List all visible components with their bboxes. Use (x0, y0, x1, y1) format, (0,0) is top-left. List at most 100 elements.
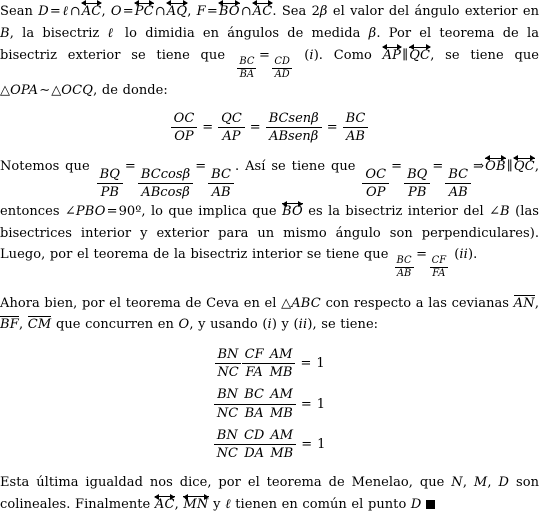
fraction-numerator: BQ (404, 167, 431, 184)
double-arrow-icon (166, 0, 189, 7)
math-operator: = (195, 158, 207, 174)
double-arrow-icon (81, 0, 102, 7)
fraction: BCcosβ ABcosβ (137, 167, 194, 201)
math-identifier: O (110, 4, 122, 19)
math-identifier: D (410, 497, 422, 513)
line-double-arrow: MN (182, 493, 210, 511)
math-identifier: ℓ (61, 4, 69, 19)
fraction: BC BA (237, 56, 257, 81)
equation-row: BN NC BC BA AM MB = 1 (0, 387, 539, 421)
double-arrow-icon (484, 154, 506, 162)
text-run: tienen en común el punto (230, 497, 411, 513)
math-identifier: ABC (291, 295, 321, 311)
math-operator: = (300, 396, 312, 412)
math-identifier: F (196, 4, 206, 19)
fraction-denominator: DA (244, 446, 265, 462)
math-identifier: OCQ (61, 83, 94, 99)
fraction-numerator: CF (241, 347, 267, 365)
text-run: ( (449, 247, 460, 263)
line-double-arrow: BO (218, 0, 241, 18)
math-operator: = (300, 356, 312, 372)
fraction-denominator: ABcosβ (141, 184, 190, 200)
text-run: y (208, 497, 226, 513)
double-arrow-icon (134, 0, 155, 7)
text-run: Ahora bien, por el teorema de Ceva en el… (0, 295, 292, 311)
fraction: CD DA (240, 428, 268, 462)
text-run: , (101, 4, 111, 19)
math-identifier: B (500, 204, 510, 220)
fraction-denominator: MB (270, 446, 294, 462)
math-identifier: B (0, 25, 10, 41)
line-double-arrow: AP (382, 44, 402, 62)
line-double-arrow: OB (484, 154, 506, 173)
fraction-numerator: AM (266, 347, 296, 365)
math-operator: = (326, 120, 338, 136)
fraction-denominator: OP (365, 184, 386, 200)
double-arrow-icon (408, 44, 431, 51)
fraction: AM MB (267, 428, 297, 462)
fraction-denominator: MB (270, 405, 293, 421)
fraction-denominator: BA (239, 68, 255, 80)
text-run: es la bisectriz interior del ∠ (302, 204, 501, 220)
math-operator: = (124, 158, 136, 174)
math-operator: ∩ (69, 4, 81, 19)
fraction-denominator: AB (448, 184, 468, 200)
fraction: CD AD (272, 56, 292, 81)
math-identifier: M (473, 474, 488, 490)
text-run: ), se tiene: (307, 317, 379, 333)
math-operator: = (416, 247, 428, 263)
text-run: el valor del ángulo exterior en (327, 4, 539, 19)
fraction-numerator: BC (237, 56, 257, 70)
line-double-arrow: QC (408, 44, 431, 62)
text-run: ( (293, 48, 310, 63)
fraction: BQ PB (96, 167, 123, 201)
document-page: Sean D=ℓ∩ AC, O= PC∩ AQ, F= BO∩ AC. Sea 2β el… (0, 0, 539, 517)
fraction: BC AB (445, 167, 472, 201)
math-operator: ∩ (240, 4, 252, 19)
text-run: lo dimidia en ángulos de medida (116, 25, 369, 41)
double-arrow-icon (281, 200, 304, 208)
fraction-denominator: MB (269, 365, 293, 381)
paragraph-intro: Sean D=ℓ∩ AC, O= PC∩ AQ, F= BO∩ AC. Sea 2β el… (0, 0, 539, 102)
segment-overline: CM (27, 316, 52, 333)
qed-square (425, 499, 435, 509)
math-operator: = (202, 120, 214, 136)
line-double-arrow: BO (281, 200, 304, 218)
fraction-numerator: CD (240, 428, 268, 446)
fraction-numerator: AM (267, 428, 297, 446)
text-run: ). (468, 247, 478, 263)
fraction-denominator: ABsenβ (269, 129, 319, 145)
fraction-numerator: OC (170, 111, 198, 129)
text-run: , (487, 474, 499, 490)
paragraph-ceva: Ahora bien, por el teorema de Ceva en el… (0, 293, 539, 336)
text-run: , de donde: (93, 83, 168, 99)
double-arrow-icon (154, 493, 175, 500)
math-operator: = (258, 48, 270, 63)
fraction-denominator: NC (216, 446, 238, 462)
math-identifier: OPA (10, 83, 39, 99)
double-arrow-icon (218, 0, 241, 7)
fraction: BC AB (342, 111, 369, 145)
math-identifier: D (38, 4, 49, 19)
fraction-denominator: NC (217, 365, 239, 381)
math-identifier: N (451, 474, 463, 490)
fraction-numerator: AM (267, 387, 296, 405)
fraction-numerator: CF (429, 255, 449, 269)
math-operator: = (106, 204, 118, 220)
fraction-numerator: BN (214, 387, 242, 405)
display-equation-3: BN NC BC BA AM MB = 1 (0, 387, 539, 421)
math-identifier: D (498, 474, 510, 490)
text-run: . Así se tiene que (235, 158, 362, 174)
double-arrow-icon (382, 44, 402, 51)
math-identifier: ℓ (107, 25, 117, 41)
math-number: 1 (316, 356, 325, 372)
fraction: QC AP (218, 111, 245, 145)
fraction-numerator: OC (362, 167, 390, 184)
math-identifier: ii (459, 247, 469, 263)
fraction-denominator: PB (408, 184, 427, 200)
segment-overline: AN (513, 294, 535, 311)
math-operator: = (122, 4, 134, 19)
text-run: △ (51, 83, 62, 99)
fraction-numerator: BC (208, 167, 235, 184)
